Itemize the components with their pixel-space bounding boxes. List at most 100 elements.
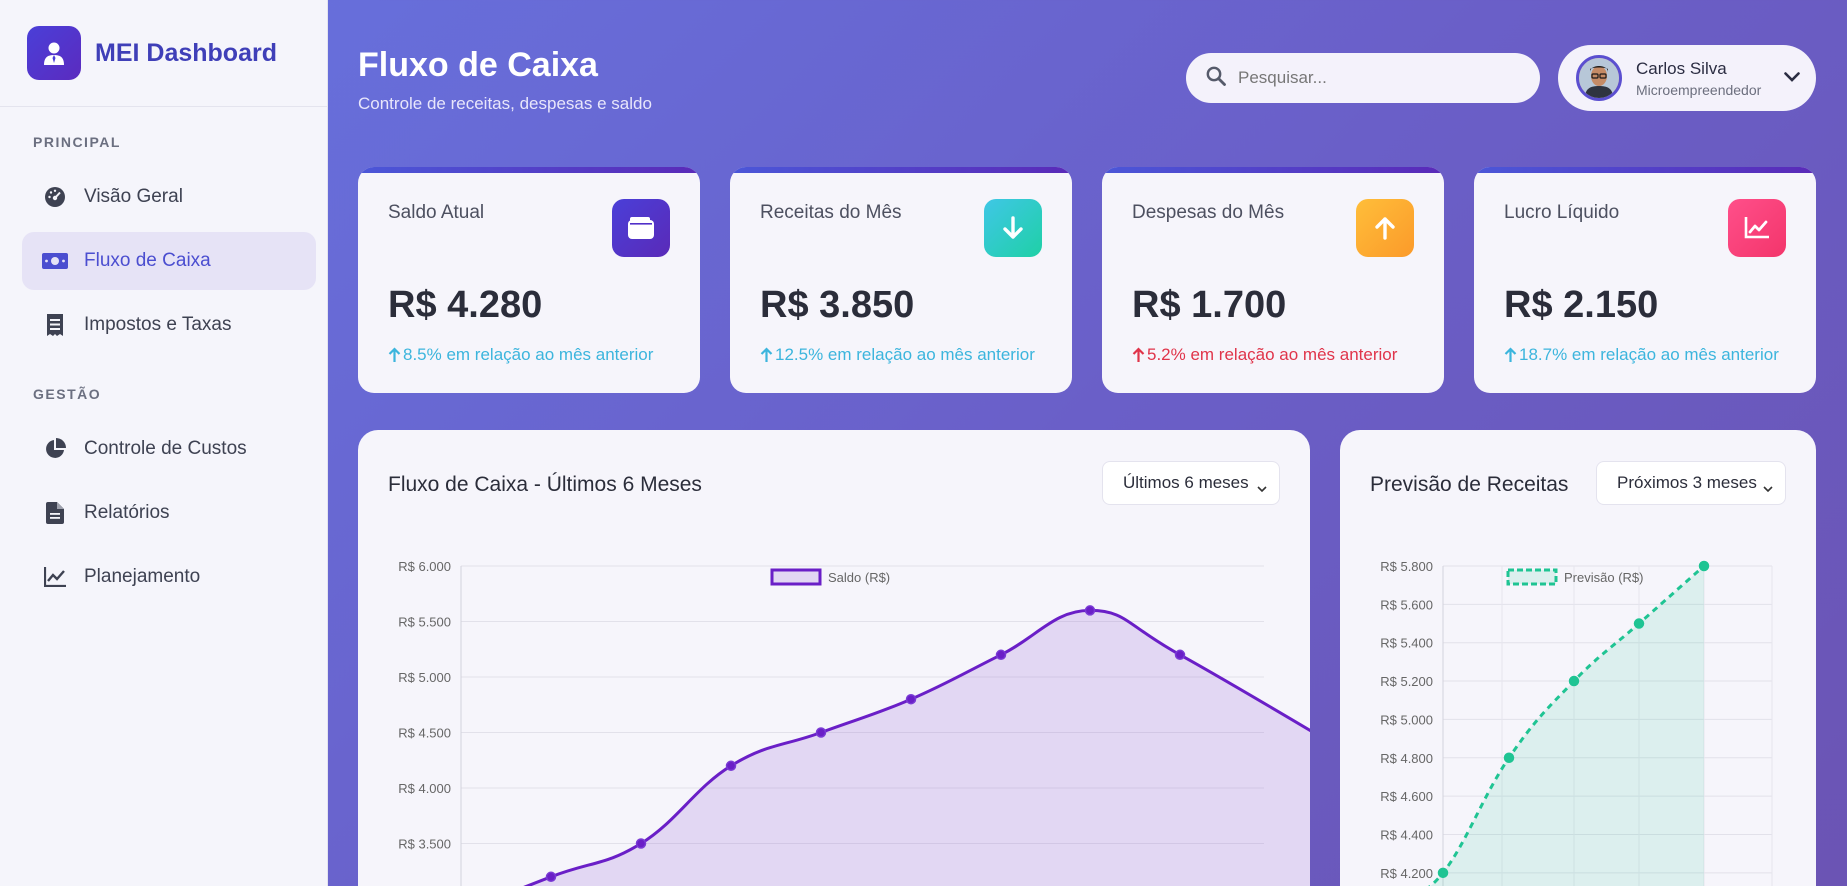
sidebar-item-label: Relatórios	[84, 502, 170, 523]
sidebar-item-label: Planejamento	[84, 566, 201, 587]
sidebar-item-controle-custos[interactable]: Controle de Custos	[22, 420, 316, 478]
page-title: Fluxo de Caixa	[358, 46, 598, 84]
y-tick-label: R$ 6.000	[398, 559, 451, 574]
money-bill-icon	[42, 252, 68, 270]
sidebar-item-label: Visão Geral	[84, 186, 183, 207]
legend-label: Saldo (R$)	[828, 570, 890, 585]
arrow-up-icon	[1504, 347, 1517, 362]
gauge-icon	[42, 186, 68, 208]
select-value: Últimos 6 meses	[1123, 473, 1249, 492]
brand-name: MEI Dashboard	[95, 38, 277, 67]
arrow-up-icon	[388, 347, 401, 362]
cashflow-chart: R$ 6.000 R$ 5.500 R$ 5.000 R$ 4.500 R$ 4.000…	[398, 559, 1310, 886]
card-change: 8.5% em relação ao mês anterior	[388, 345, 653, 365]
sidebar-item-label: Fluxo de Caixa	[84, 250, 211, 271]
card-change-text: 12.5% em relação ao mês anterior	[775, 345, 1035, 364]
data-point	[725, 760, 737, 772]
data-point	[1633, 618, 1645, 629]
data-point	[1568, 675, 1580, 687]
card-change-text: 18.7% em relação ao mês anterior	[1519, 345, 1779, 364]
data-point	[1174, 649, 1186, 661]
legend-swatch	[1506, 568, 1558, 586]
forecast-panel: Previsão de Receitas Próximos 3 meses R$…	[1340, 430, 1816, 886]
card-change: 12.5% em relação ao mês anterior	[760, 345, 1035, 365]
sidebar-item-label: Controle de Custos	[84, 438, 247, 459]
sidebar: MEI Dashboard PRINCIPAL Visão Geral Flux…	[0, 0, 328, 886]
data-point	[545, 871, 557, 883]
chevron-down-icon	[1257, 478, 1267, 498]
card-value: R$ 2.150	[1504, 284, 1659, 326]
arrow-down-icon	[984, 199, 1042, 257]
nav-section-principal: PRINCIPAL	[33, 134, 121, 150]
card-label: Lucro Líquido	[1504, 202, 1620, 223]
arrow-up-icon	[1132, 347, 1145, 362]
legend-label: Previsão (R$)	[1564, 570, 1643, 585]
user-tie-icon	[27, 26, 81, 80]
stat-card-despesas: Despesas do Mês R$ 1.700 5.2% em relação…	[1102, 167, 1444, 393]
card-change-text: 8.5% em relação ao mês anterior	[403, 345, 654, 364]
data-point	[995, 649, 1007, 661]
sidebar-item-fluxo-de-caixa[interactable]: Fluxo de Caixa	[22, 232, 316, 290]
y-tick-label: R$ 5.000	[398, 670, 451, 685]
sidebar-item-visao-geral[interactable]: Visão Geral	[22, 168, 316, 226]
data-point	[905, 693, 917, 705]
chevron-down-icon[interactable]	[1784, 69, 1800, 87]
select-value: Próximos 3 meses	[1617, 473, 1757, 492]
trend-chart-icon	[1728, 199, 1786, 257]
search-box[interactable]	[1186, 53, 1540, 103]
data-point	[1437, 867, 1449, 879]
pie-chart-icon	[42, 438, 68, 460]
line-chart-icon	[42, 567, 68, 587]
y-tick-label: R$ 5.600	[1380, 597, 1433, 612]
user-menu[interactable]: Carlos Silva Microempreendedor	[1558, 45, 1816, 111]
card-change: 5.2% em relação ao mês anterior	[1132, 345, 1397, 365]
wallet-icon	[612, 199, 670, 257]
sidebar-item-relatorios[interactable]: Relatórios	[22, 484, 316, 542]
arrow-up-icon	[1356, 199, 1414, 257]
y-tick-label: R$ 5.800	[1380, 559, 1433, 574]
chevron-down-icon	[1763, 478, 1773, 498]
y-tick-label: R$ 4.800	[1380, 751, 1433, 766]
receipt-icon	[42, 314, 68, 336]
y-tick-label: R$ 4.200	[1380, 866, 1433, 881]
nav-section-gestao: GESTÃO	[33, 386, 102, 402]
sidebar-item-impostos[interactable]: Impostos e Taxas	[22, 296, 316, 354]
period-select[interactable]: Últimos 6 meses	[1102, 461, 1280, 505]
forecast-chart: R$ 5.800 R$ 5.600 R$ 5.400 R$ 5.200 R$ 5.000…	[1380, 559, 1773, 886]
y-tick-label: R$ 5.500	[398, 615, 451, 630]
stat-card-saldo: Saldo Atual R$ 4.280 8.5% em relação ao …	[358, 167, 700, 393]
stat-card-lucro: Lucro Líquido R$ 2.150 18.7% em relação …	[1474, 167, 1816, 393]
series-area	[1430, 566, 1704, 886]
card-value: R$ 1.700	[1132, 284, 1287, 326]
data-point	[1503, 752, 1515, 764]
card-value: R$ 4.280	[388, 284, 543, 326]
forecast-period-select[interactable]: Próximos 3 meses	[1596, 461, 1786, 505]
y-tick-label: R$ 4.500	[398, 726, 451, 741]
card-label: Saldo Atual	[388, 202, 485, 223]
panel-title: Previsão de Receitas	[1370, 473, 1569, 496]
card-change-text: 5.2% em relação ao mês anterior	[1147, 345, 1398, 364]
data-point	[1698, 560, 1710, 572]
card-value: R$ 3.850	[760, 284, 915, 326]
search-input[interactable]	[1238, 68, 1508, 88]
sidebar-item-planejamento[interactable]: Planejamento	[22, 548, 316, 606]
avatar	[1576, 55, 1622, 101]
y-tick-label: R$ 5.400	[1380, 636, 1433, 651]
brand[interactable]: MEI Dashboard	[0, 0, 327, 107]
document-icon	[42, 502, 68, 524]
data-point	[1084, 605, 1096, 616]
card-label: Despesas do Mês	[1132, 202, 1285, 223]
user-name: Carlos Silva	[1636, 58, 1727, 78]
user-role: Microempreendedor	[1636, 81, 1762, 98]
y-tick-label: R$ 4.000	[398, 781, 451, 796]
y-tick-label: R$ 4.400	[1380, 827, 1433, 842]
y-tick-label: R$ 5.000	[1380, 712, 1433, 727]
y-tick-label: R$ 5.200	[1380, 674, 1433, 689]
cashflow-panel: Fluxo de Caixa - Últimos 6 Meses Últimos…	[358, 430, 1310, 886]
card-label: Receitas do Mês	[760, 202, 902, 223]
y-tick-label: R$ 4.600	[1380, 789, 1433, 804]
stat-card-receitas: Receitas do Mês R$ 3.850 12.5% em relaçã…	[730, 167, 1072, 393]
page-subtitle: Controle de receitas, despesas e saldo	[358, 94, 652, 113]
y-tick-label: R$ 3.500	[398, 837, 451, 852]
sidebar-item-label: Impostos e Taxas	[84, 314, 232, 335]
